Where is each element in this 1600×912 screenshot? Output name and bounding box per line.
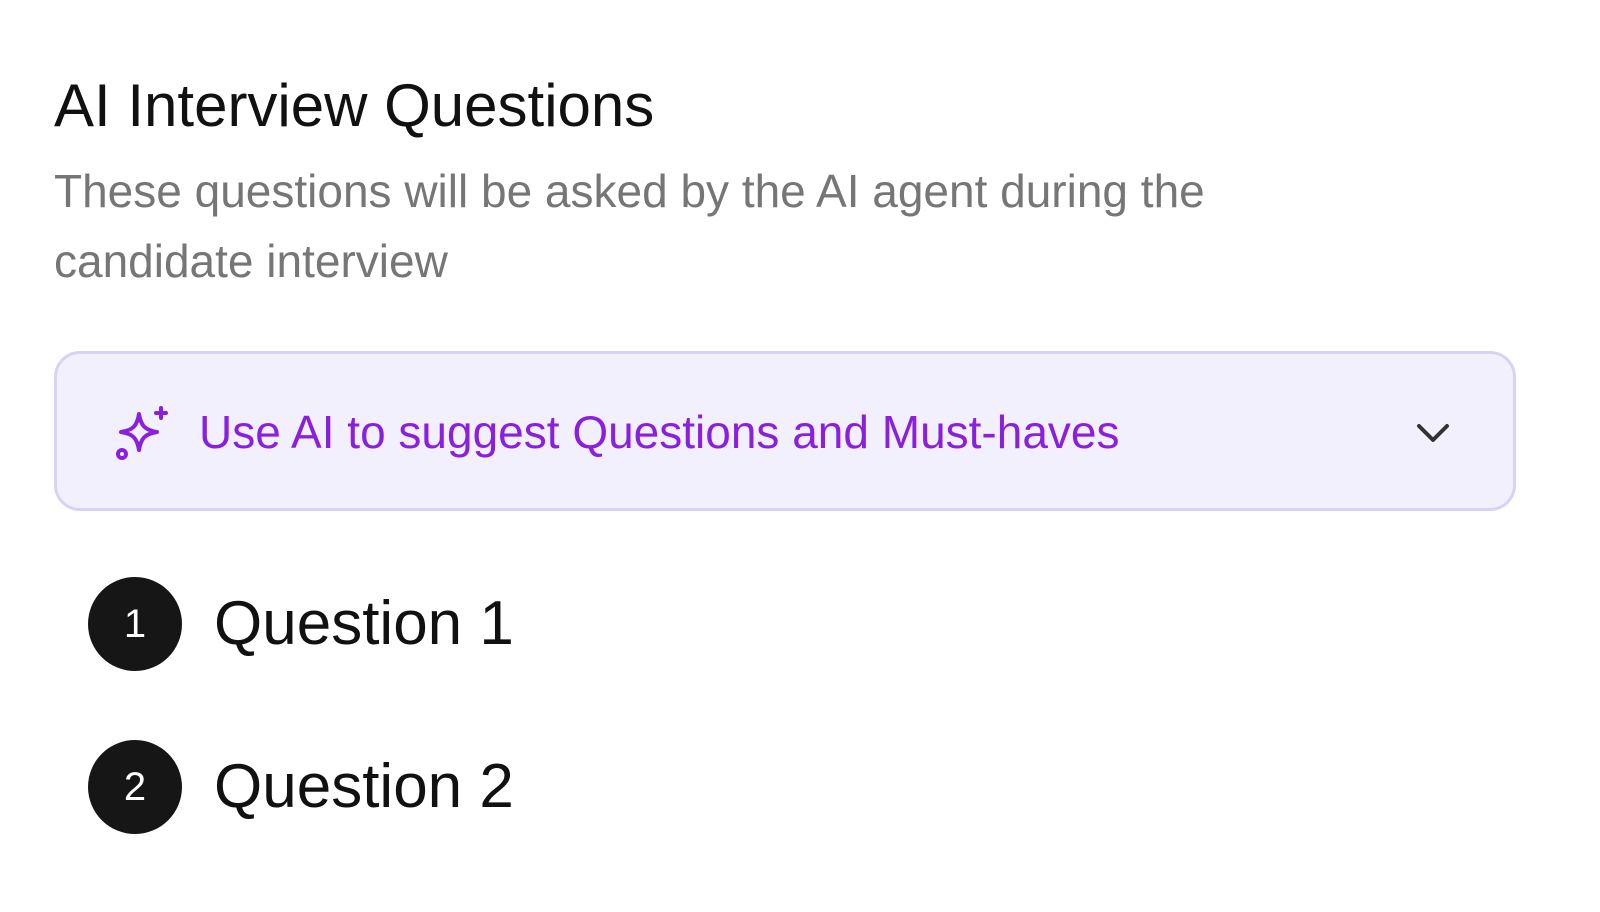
question-item[interactable]: 2 Question 2 (88, 740, 988, 834)
question-number-badge: 2 (88, 740, 182, 834)
question-number-badge: 1 (88, 577, 182, 671)
page-title: AI Interview Questions (54, 72, 655, 139)
interview-questions-header: AI Interview Questions These questions w… (54, 70, 1554, 296)
question-item[interactable]: 1 Question 1 (88, 577, 988, 671)
question-label: Question 2 (214, 752, 514, 821)
question-label: Question 1 (214, 589, 514, 658)
sparkle-icon (113, 404, 173, 464)
ai-suggest-accordion[interactable]: Use AI to suggest Questions and Must-hav… (54, 351, 1516, 511)
ai-suggest-label: Use AI to suggest Questions and Must-hav… (199, 406, 1120, 458)
section-description: These questions will be asked by the AI … (54, 165, 1205, 287)
chevron-down-icon[interactable] (1413, 416, 1453, 452)
